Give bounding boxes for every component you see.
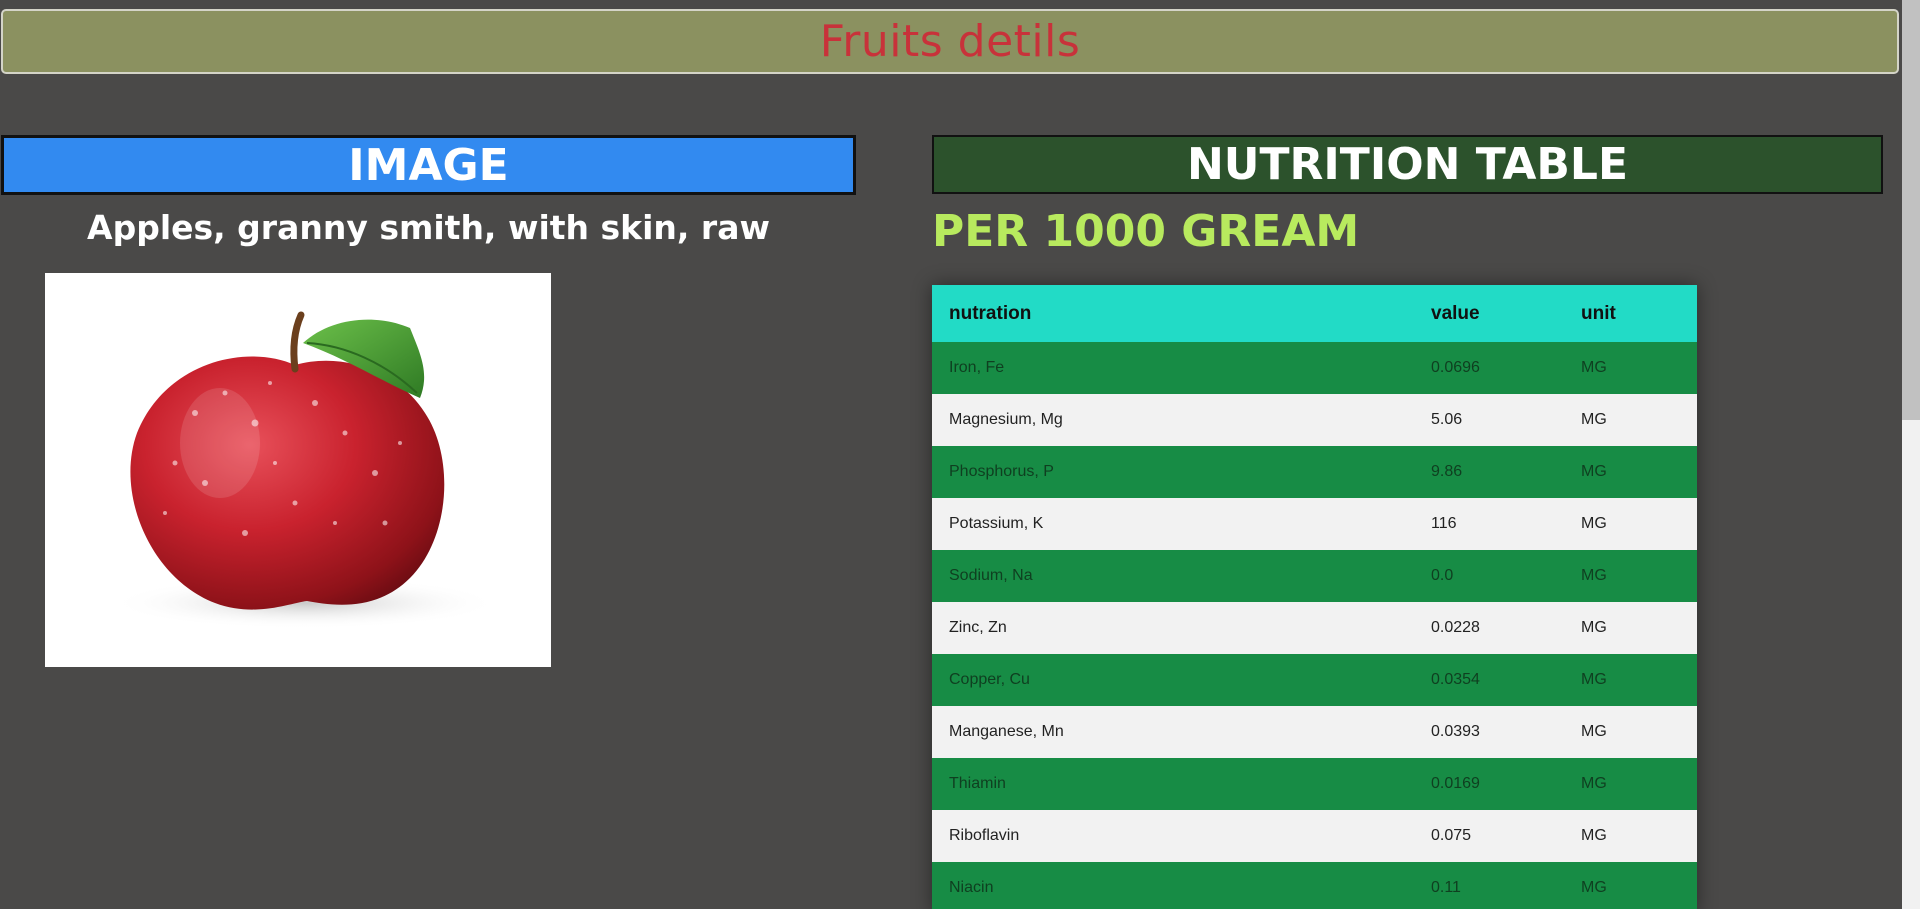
nutrient-unit: MG: [1581, 723, 1607, 740]
image-section-header: IMAGE: [1, 135, 856, 195]
nutrient-name: Manganese, Mn: [949, 723, 1064, 740]
nutrient-unit: MG: [1581, 411, 1607, 428]
nutrient-unit: MG: [1581, 515, 1607, 532]
nutrient-unit: MG: [1581, 359, 1607, 376]
table-row: Magnesium, Mg 5.06 MG: [932, 394, 1697, 446]
nutrient-name: Zinc, Zn: [949, 619, 1007, 636]
image-section-title: IMAGE: [348, 139, 509, 191]
nutrition-table: nutration value unit Iron, Fe 0.0696 MG …: [932, 285, 1697, 909]
nutrient-name: Iron, Fe: [949, 359, 1005, 376]
table-header-row: nutration value unit: [932, 285, 1697, 342]
table-row: Riboflavin 0.075 MG: [932, 810, 1697, 862]
nutrition-section-title: NUTRITION TABLE: [1186, 139, 1629, 190]
nutrient-name: Copper, Cu: [949, 671, 1030, 688]
nutrition-table-wrapper: nutration value unit Iron, Fe 0.0696 MG …: [932, 285, 1697, 909]
table-body: Iron, Fe 0.0696 MG Magnesium, Mg 5.06 MG…: [932, 342, 1697, 909]
table-row: Zinc, Zn 0.0228 MG: [932, 602, 1697, 654]
nutrient-value: 116: [1431, 515, 1457, 532]
column-header-nutrient: nutration: [949, 302, 1032, 324]
scrollbar-thumb[interactable]: [1902, 0, 1920, 420]
nutrient-name: Potassium, K: [949, 515, 1044, 532]
table-row: Potassium, K 116 MG: [932, 498, 1697, 550]
table-row: Iron, Fe 0.0696 MG: [932, 342, 1697, 394]
nutrient-value: 0.0: [1431, 567, 1454, 584]
nutrient-unit: MG: [1581, 879, 1607, 896]
per-quantity-label: PER 1000 GREAM: [932, 206, 1360, 257]
table-row: Sodium, Na 0.0 MG: [932, 550, 1697, 602]
column-header-value: value: [1431, 302, 1480, 324]
table-row: Copper, Cu 0.0354 MG: [932, 654, 1697, 706]
nutrient-value: 0.0354: [1431, 671, 1480, 688]
nutrient-name: Magnesium, Mg: [949, 411, 1063, 428]
nutrient-unit: MG: [1581, 567, 1607, 584]
fruit-name: Apples, granny smith, with skin, raw: [87, 208, 770, 247]
page-scrollbar[interactable]: [1902, 0, 1920, 909]
table-row: Manganese, Mn 0.0393 MG: [932, 706, 1697, 758]
nutrient-unit: MG: [1581, 827, 1607, 844]
page: Fruits detils IMAGE Apples, granny smith…: [0, 0, 1920, 909]
nutrient-value: 0.075: [1431, 827, 1472, 844]
nutrient-value: 0.0228: [1431, 619, 1480, 636]
nutrient-name: Niacin: [949, 879, 994, 896]
nutrient-unit: MG: [1581, 463, 1607, 480]
nutrient-name: Phosphorus, P: [949, 463, 1054, 480]
fruit-image: [45, 273, 551, 667]
nutrient-value: 0.11: [1431, 879, 1461, 896]
nutrient-unit: MG: [1581, 775, 1607, 792]
nutrient-value: 0.0393: [1431, 723, 1480, 740]
nutrition-section-header: NUTRITION TABLE: [932, 135, 1883, 194]
nutrient-unit: MG: [1581, 619, 1607, 636]
nutrient-unit: MG: [1581, 671, 1607, 688]
table-row: Niacin 0.11 MG: [932, 862, 1697, 909]
page-title: Fruits detils: [819, 16, 1081, 67]
column-header-unit: unit: [1581, 302, 1616, 324]
nutrient-value: 0.0696: [1431, 359, 1480, 376]
nutrient-name: Riboflavin: [949, 827, 1020, 844]
nutrient-value: 0.0169: [1431, 775, 1480, 792]
table-row: Thiamin 0.0169 MG: [932, 758, 1697, 810]
nutrient-value: 5.06: [1431, 411, 1463, 428]
nutrient-name: Thiamin: [949, 775, 1006, 792]
nutrient-value: 9.86: [1431, 463, 1463, 480]
page-header: Fruits detils: [1, 9, 1899, 74]
table-row: Phosphorus, P 9.86 MG: [932, 446, 1697, 498]
nutrient-name: Sodium, Na: [949, 567, 1033, 584]
apple-illustration: [110, 311, 500, 629]
